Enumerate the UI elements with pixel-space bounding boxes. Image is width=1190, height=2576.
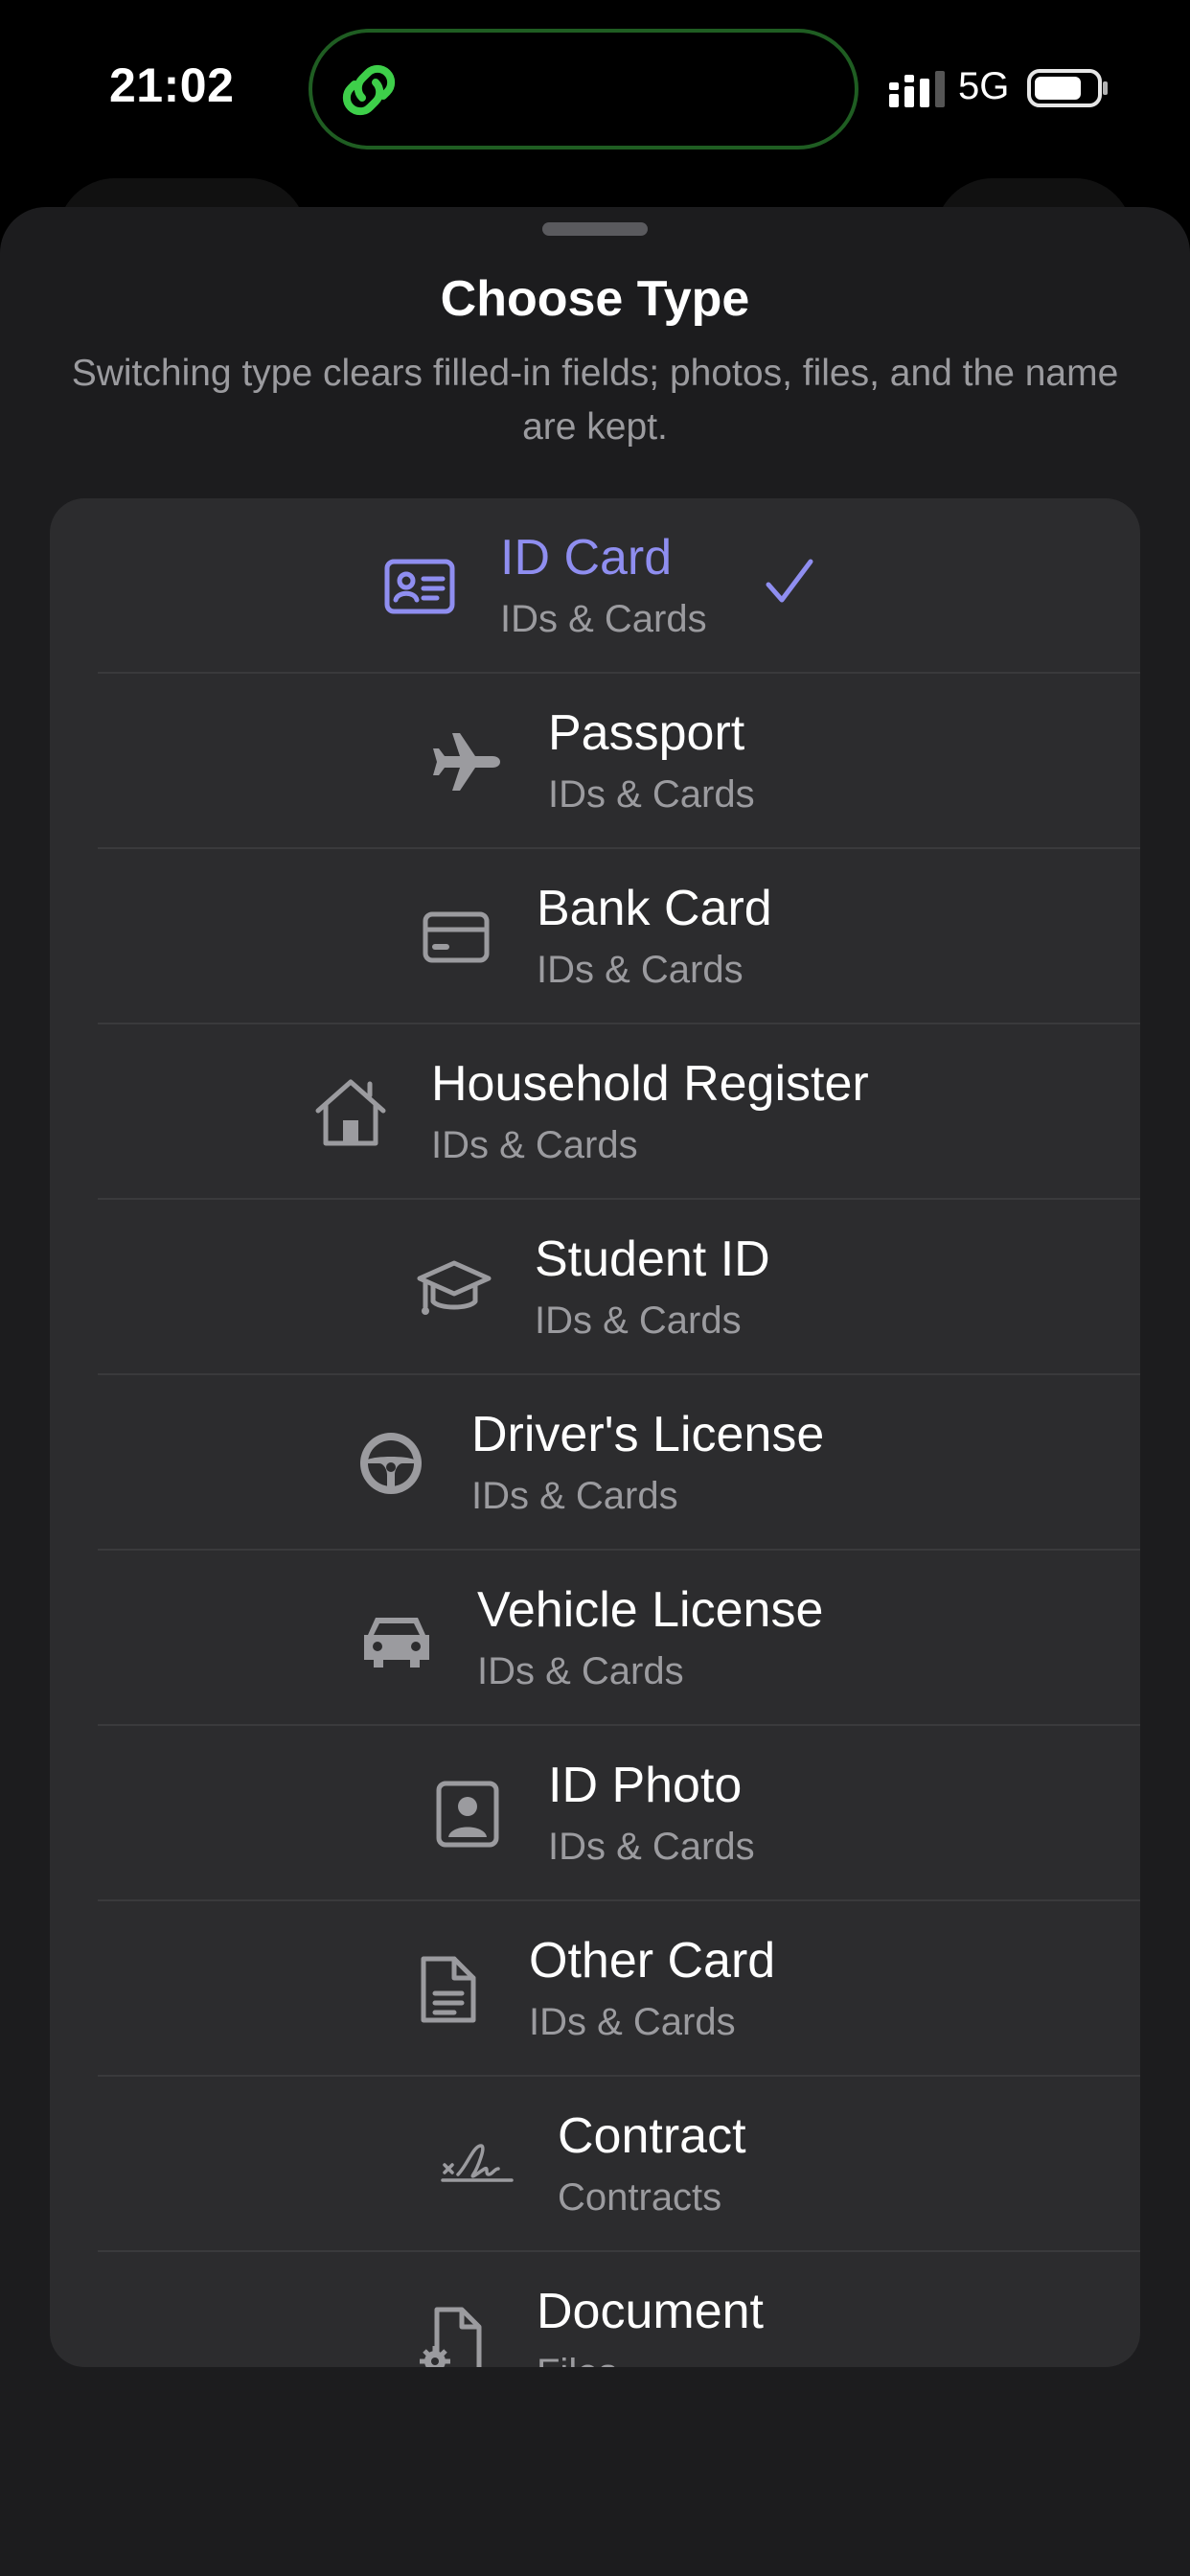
checkmark-icon — [761, 554, 818, 611]
status-time: 21:02 — [109, 58, 235, 112]
sheet-grabber[interactable] — [542, 222, 648, 236]
type-row-student-id[interactable]: Student ID IDs & Cards — [50, 1200, 1140, 1375]
type-category: IDs & Cards — [500, 598, 707, 640]
type-row-passport[interactable]: Passport IDs & Cards — [50, 674, 1140, 849]
cellular-signal-icon — [889, 71, 947, 109]
car-icon — [358, 1600, 435, 1677]
type-title: ID Photo — [548, 1758, 743, 1813]
sheet-subtitle: Switching type clears filled-in fields; … — [71, 353, 1119, 448]
dynamic-island[interactable] — [309, 29, 858, 150]
type-category: IDs & Cards — [431, 1124, 638, 1166]
type-row-bank-card[interactable]: Bank Card IDs & Cards — [50, 849, 1140, 1024]
sheet-title: Choose Type — [440, 271, 750, 327]
steering-wheel-icon — [353, 1425, 429, 1502]
type-category: IDs & Cards — [548, 1826, 755, 1868]
type-category: IDs & Cards — [477, 1650, 684, 1692]
type-title: Household Register — [431, 1056, 869, 1112]
type-category: Contracts — [558, 2176, 722, 2219]
type-title: ID Card — [500, 530, 673, 586]
type-list: ID Card IDs & Cards Passport IDs & Cards… — [50, 498, 1140, 2367]
credit-card-icon — [418, 899, 494, 976]
type-title: Document — [537, 2284, 764, 2339]
house-icon — [312, 1074, 389, 1151]
type-row-household-register[interactable]: Household Register IDs & Cards — [50, 1024, 1140, 1200]
document-text-icon — [410, 1951, 487, 2028]
type-row-drivers-license[interactable]: Driver's License IDs & Cards — [50, 1375, 1140, 1551]
type-row-other-card[interactable]: Other Card IDs & Cards — [50, 1901, 1140, 2077]
type-title: Other Card — [529, 1933, 776, 1989]
network-type: 5G — [958, 65, 1010, 107]
type-row-contract[interactable]: Contract Contracts — [50, 2077, 1140, 2252]
type-title: Driver's License — [471, 1407, 825, 1462]
type-title: Student ID — [535, 1231, 770, 1287]
type-title: Bank Card — [537, 881, 772, 936]
id-card-icon — [381, 548, 458, 625]
type-category: IDs & Cards — [535, 1300, 742, 1342]
type-title: Contract — [558, 2108, 746, 2164]
type-title: Vehicle License — [477, 1582, 824, 1638]
type-category: IDs & Cards — [529, 2001, 736, 2043]
type-category: IDs & Cards — [471, 1475, 678, 1517]
type-row-vehicle-license[interactable]: Vehicle License IDs & Cards — [50, 1551, 1140, 1726]
portrait-icon — [429, 1776, 506, 1852]
airplane-icon — [429, 724, 506, 800]
link-icon — [335, 59, 402, 121]
status-bar: 21:02 5G — [0, 0, 1190, 172]
type-category: IDs & Cards — [548, 773, 755, 816]
type-title: Passport — [548, 705, 745, 761]
choose-type-sheet: Choose Type Switching type clears filled… — [0, 207, 1190, 2576]
battery-icon — [1027, 69, 1110, 107]
document-gear-icon — [414, 2302, 491, 2367]
type-category: Files — [537, 2352, 617, 2367]
signature-icon — [439, 2127, 515, 2203]
graduation-cap-icon — [416, 1250, 492, 1326]
type-row-id-card[interactable]: ID Card IDs & Cards — [50, 498, 1140, 674]
type-category: IDs & Cards — [537, 949, 744, 991]
type-row-document[interactable]: Document Files — [50, 2252, 1140, 2367]
type-row-id-photo[interactable]: ID Photo IDs & Cards — [50, 1726, 1140, 1901]
